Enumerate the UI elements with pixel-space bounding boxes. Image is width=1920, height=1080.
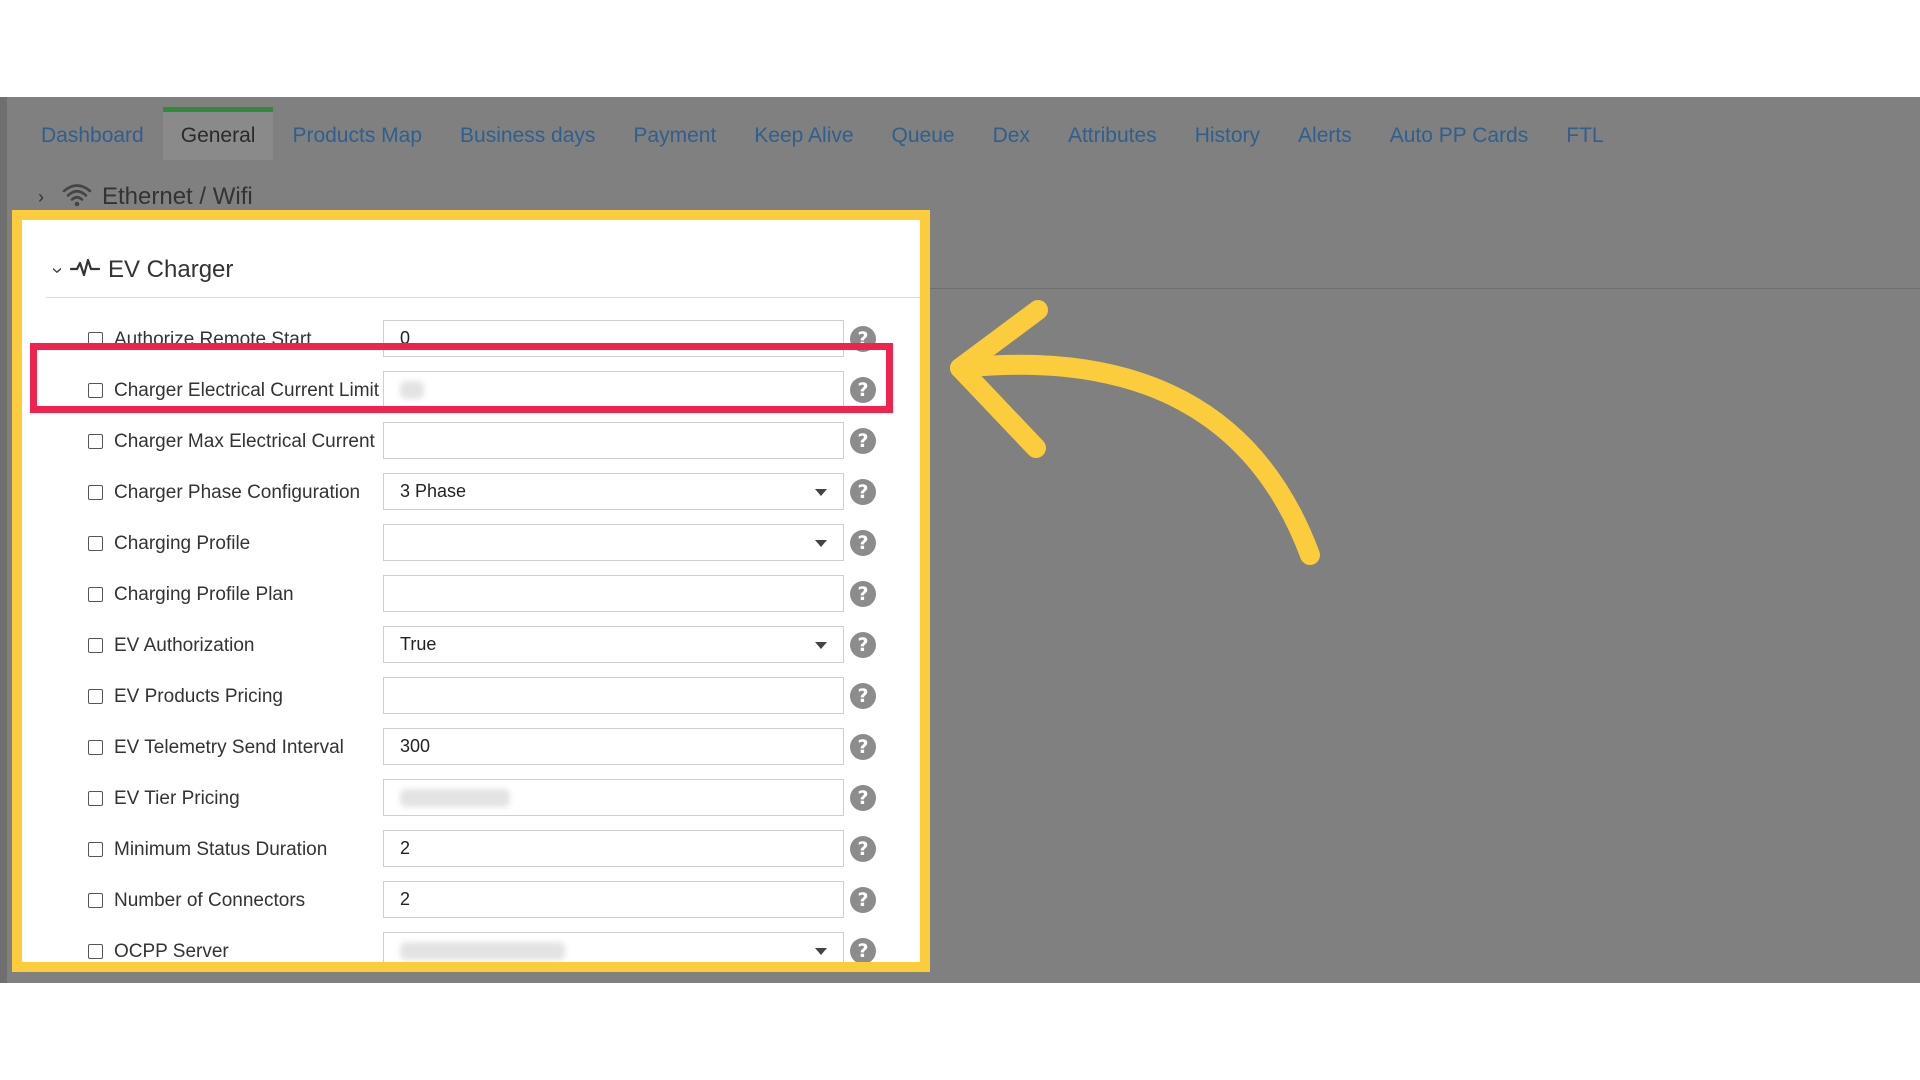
question-circle-icon[interactable]: ? xyxy=(850,581,876,607)
tab-general[interactable]: General xyxy=(162,107,274,160)
select-ocpp-server[interactable] xyxy=(383,932,844,962)
question-circle-icon[interactable]: ? xyxy=(850,632,876,658)
form-row-charging-profile: Charging Profile? xyxy=(22,524,920,564)
checkbox-ev-telemetry-send-interval[interactable] xyxy=(88,740,103,755)
tab-dex[interactable]: Dex xyxy=(974,112,1049,160)
field-value: True xyxy=(400,634,437,654)
tab-bar: Dashboard General Products Map Business day… xyxy=(22,107,1920,160)
tab-ftl[interactable]: FTL xyxy=(1547,112,1622,160)
form-row-number-of-connectors: Number of Connectors 2? xyxy=(22,881,920,921)
field-value: 2 xyxy=(400,838,411,858)
question-circle-icon[interactable]: ? xyxy=(850,887,876,913)
question-circle-icon[interactable]: ? xyxy=(850,479,876,505)
select-charging-profile[interactable] xyxy=(383,524,844,561)
question-circle-icon[interactable]: ? xyxy=(850,734,876,760)
checkbox-ev-products-pricing[interactable] xyxy=(88,689,103,704)
checkbox-charging-profile[interactable] xyxy=(88,536,103,551)
input-charging-profile-plan[interactable] xyxy=(383,575,844,612)
question-circle-icon[interactable]: ? xyxy=(850,785,876,811)
field-label: EV Authorization xyxy=(114,635,255,656)
input-ev-tier-pricing[interactable] xyxy=(383,779,844,816)
tab-keep-alive[interactable]: Keep Alive xyxy=(735,112,872,160)
field-label: EV Products Pricing xyxy=(114,686,283,707)
field-label: Minimum Status Duration xyxy=(114,839,328,860)
question-circle-icon[interactable]: ? xyxy=(850,836,876,862)
chevron-down-icon[interactable]: › xyxy=(46,257,69,283)
form-row-charger-phase-configuration: Charger Phase Configuration 3 Phase? xyxy=(22,473,920,513)
field-label: Charging Profile xyxy=(114,533,251,554)
tab-payment[interactable]: Payment xyxy=(614,112,735,160)
form-row-minimum-status-duration: Minimum Status Duration 2? xyxy=(22,830,920,870)
tab-auto-pp-cards[interactable]: Auto PP Cards xyxy=(1371,112,1548,160)
field-label: Number of Connectors xyxy=(114,890,306,911)
field-value: 2 xyxy=(400,889,411,909)
chevron-right-icon[interactable]: › xyxy=(38,187,62,208)
annotation-arrow-icon xyxy=(950,300,1320,565)
divider xyxy=(46,297,920,298)
checkbox-ev-tier-pricing[interactable] xyxy=(88,791,103,806)
tab-dashboard[interactable]: Dashboard xyxy=(22,112,163,160)
field-label: Charging Profile Plan xyxy=(114,584,294,605)
checkbox-minimum-status-duration[interactable] xyxy=(88,842,103,857)
tab-products-map[interactable]: Products Map xyxy=(273,112,441,160)
section-title: EV Charger xyxy=(108,256,234,283)
pulse-icon xyxy=(69,257,101,284)
section-ethernet-wifi[interactable]: › Ethernet / Wifi xyxy=(38,181,253,213)
tab-history[interactable]: History xyxy=(1176,112,1279,160)
input-minimum-status-duration[interactable]: 2 xyxy=(383,830,844,867)
caret-down-icon[interactable] xyxy=(815,489,827,496)
checkbox-charger-phase-configuration[interactable] xyxy=(88,485,103,500)
form-row-ocpp-server: OCPP Server? xyxy=(22,932,920,962)
checkbox-ev-authorization[interactable] xyxy=(88,638,103,653)
question-circle-icon[interactable]: ? xyxy=(850,683,876,709)
ev-charger-panel: › EV Charger Authorize Remote Start 0? Cha… xyxy=(12,210,930,972)
input-number-of-connectors[interactable]: 2 xyxy=(383,881,844,918)
form-row-charger-max-electrical-current: Charger Max Electrical Current? xyxy=(22,422,920,462)
field-value: 3 Phase xyxy=(400,481,467,501)
left-edge xyxy=(0,97,7,983)
question-circle-icon[interactable]: ? xyxy=(850,938,876,962)
checkbox-charging-profile-plan[interactable] xyxy=(88,587,103,602)
question-circle-icon[interactable]: ? xyxy=(850,428,876,454)
redacted-value xyxy=(400,788,510,807)
field-label: Charger Max Electrical Current xyxy=(114,431,375,452)
tab-business-days[interactable]: Business days xyxy=(441,112,614,160)
form-row-ev-telemetry-send-interval: EV Telemetry Send Interval 300? xyxy=(22,728,920,768)
wifi-icon xyxy=(62,183,92,212)
checkbox-number-of-connectors[interactable] xyxy=(88,893,103,908)
section-title: Ethernet / Wifi xyxy=(102,183,253,210)
field-label: EV Tier Pricing xyxy=(114,788,240,809)
select-charger-phase-configuration[interactable]: 3 Phase xyxy=(383,473,844,510)
checkbox-ocpp-server[interactable] xyxy=(88,944,103,959)
caret-down-icon[interactable] xyxy=(815,540,827,547)
input-ev-products-pricing[interactable] xyxy=(383,677,844,714)
field-value: 300 xyxy=(400,736,431,756)
form-row-ev-authorization: EV Authorization True? xyxy=(22,626,920,666)
question-circle-icon[interactable]: ? xyxy=(850,530,876,556)
highlight-box xyxy=(30,343,893,413)
redacted-value xyxy=(400,941,565,960)
form-row-ev-products-pricing: EV Products Pricing? xyxy=(22,677,920,717)
tab-alerts[interactable]: Alerts xyxy=(1279,112,1371,160)
field-label: Charger Phase Configuration xyxy=(114,482,361,503)
section-ev-charger[interactable]: › EV Charger xyxy=(44,250,234,290)
tab-queue[interactable]: Queue xyxy=(873,112,974,160)
input-ev-telemetry-send-interval[interactable]: 300 xyxy=(383,728,844,765)
form-row-ev-tier-pricing: EV Tier Pricing? xyxy=(22,779,920,819)
checkbox-charger-max-electrical-current[interactable] xyxy=(88,434,103,449)
field-label: OCPP Server xyxy=(114,941,229,962)
caret-down-icon[interactable] xyxy=(815,642,827,649)
select-ev-authorization[interactable]: True xyxy=(383,626,844,663)
field-label: EV Telemetry Send Interval xyxy=(114,737,344,758)
form-row-charging-profile-plan: Charging Profile Plan? xyxy=(22,575,920,615)
input-charger-max-electrical-current[interactable] xyxy=(383,422,844,459)
tab-attributes[interactable]: Attributes xyxy=(1049,112,1176,160)
caret-down-icon[interactable] xyxy=(815,948,827,955)
